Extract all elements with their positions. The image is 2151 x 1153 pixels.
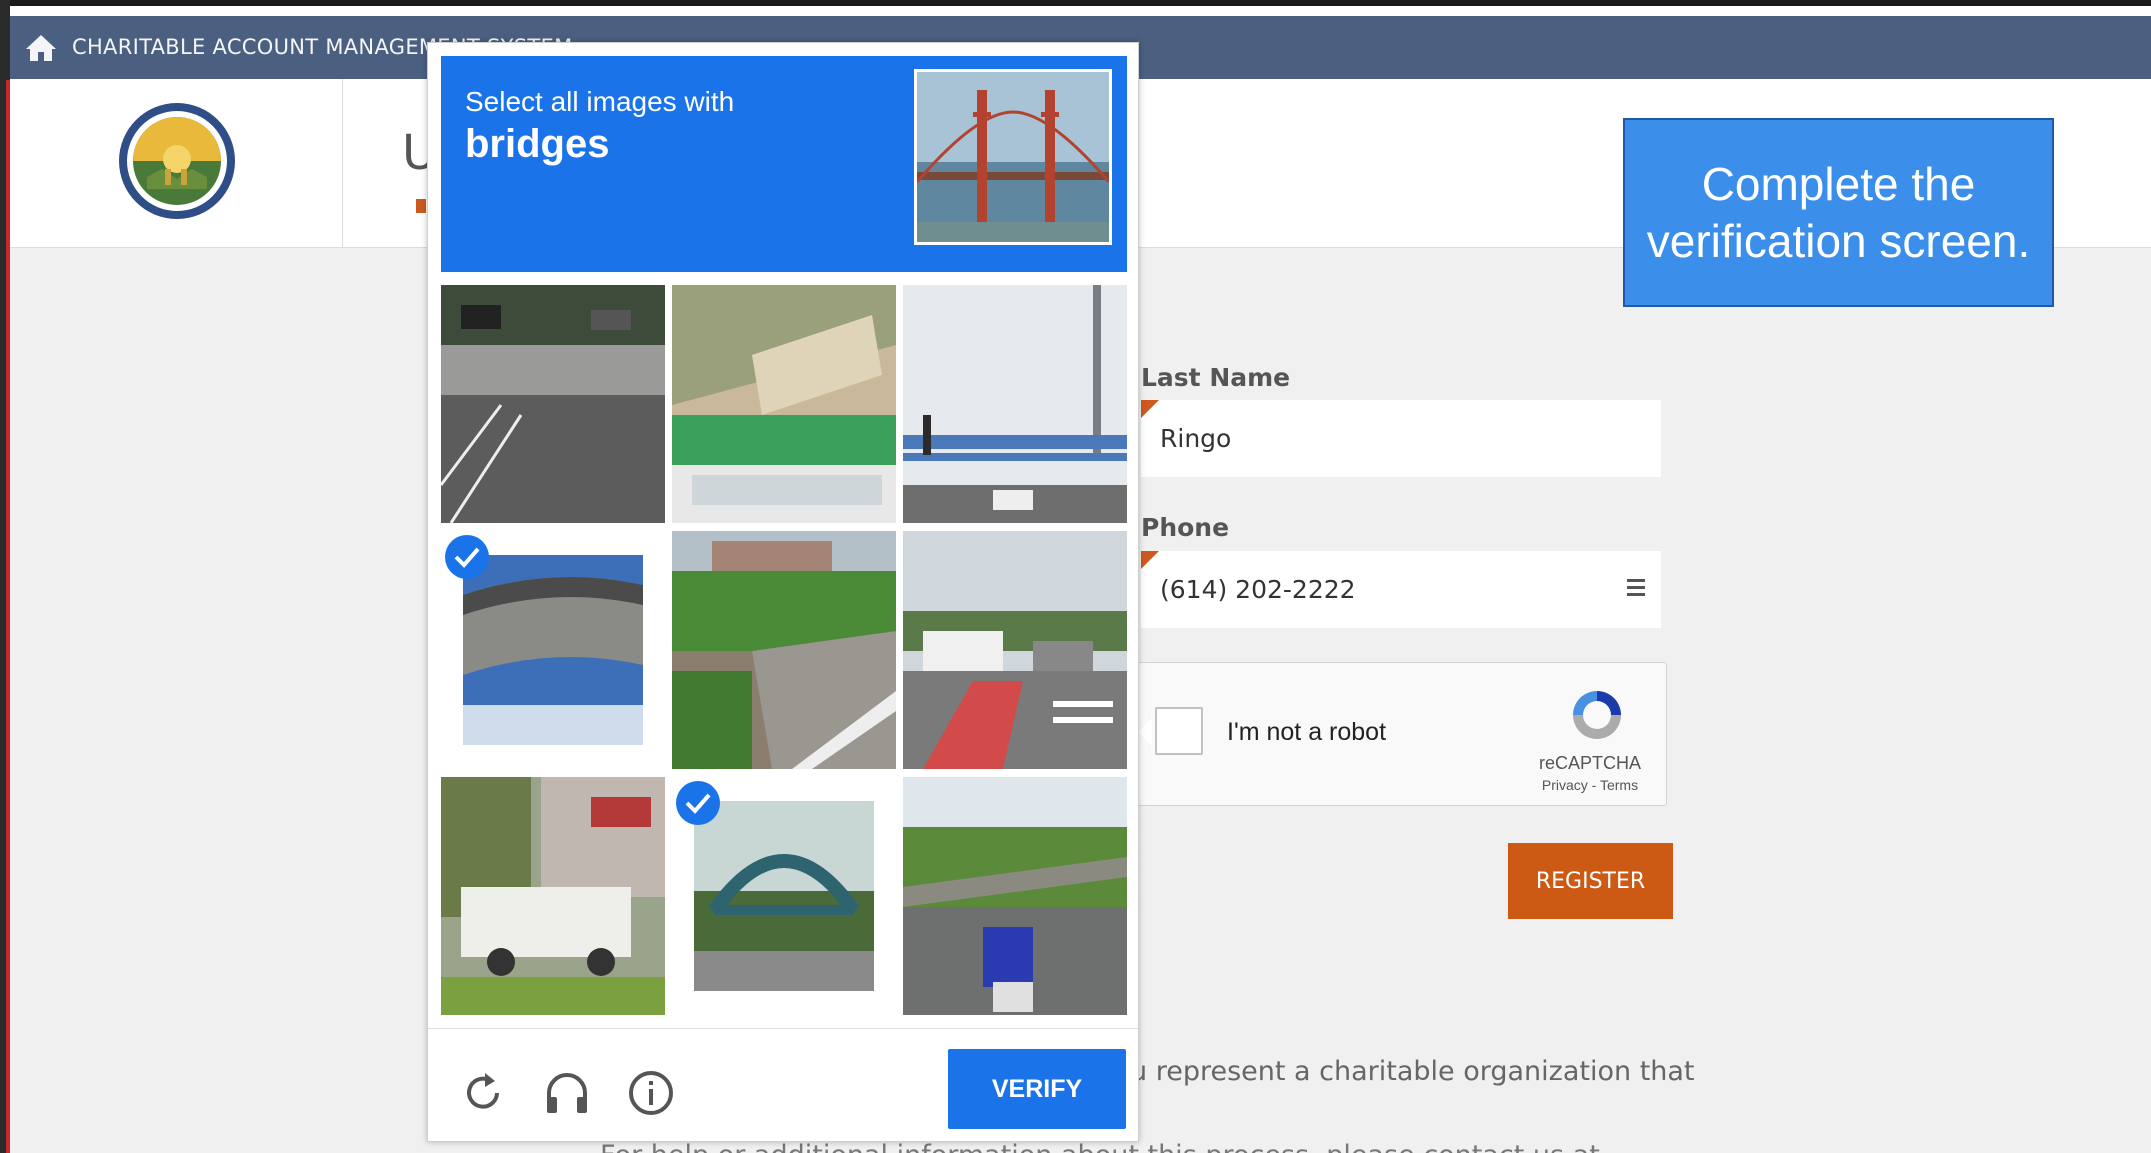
phone-field[interactable]: (614) 202-2222: [1141, 551, 1661, 628]
privacy-link[interactable]: Privacy: [1542, 777, 1588, 793]
selected-check-icon: [445, 535, 489, 579]
page-subheading-mark: [416, 199, 426, 213]
task-instruction-callout: Complete the verification screen.: [1623, 118, 2054, 307]
links-separator: -: [1587, 777, 1600, 793]
required-field-flag: [1141, 551, 1159, 569]
recaptcha-checkbox[interactable]: [1155, 707, 1203, 755]
captcha-tile-1[interactable]: [441, 285, 665, 523]
captcha-prompt: Select all images with: [465, 86, 735, 117]
ohio-attorney-general-seal-icon: [119, 103, 235, 219]
phone-value: (614) 202-2222: [1160, 575, 1356, 604]
captcha-tile-8[interactable]: [672, 777, 896, 1015]
recaptcha-logo-icon: [1573, 691, 1621, 739]
audio-challenge-icon[interactable]: [543, 1069, 591, 1117]
info-icon[interactable]: [627, 1069, 675, 1117]
phone-label: Phone: [1141, 513, 1230, 542]
captcha-keyword: bridges: [465, 122, 610, 166]
verify-button[interactable]: VERIFY: [948, 1049, 1126, 1129]
captcha-header: Select all images with bridges: [441, 56, 1127, 272]
recaptcha-label: I'm not a robot: [1227, 718, 1387, 746]
last-name-value: Ringo: [1160, 424, 1232, 453]
captcha-tile-6[interactable]: [903, 531, 1127, 769]
page-top-strip: [10, 6, 2151, 16]
recaptcha-brand: reCAPTCHA: [1538, 753, 1641, 773]
seal-panel: [10, 79, 343, 247]
captcha-sample-image: [914, 69, 1112, 245]
last-name-field[interactable]: Ringo: [1141, 400, 1661, 477]
captcha-tile-2[interactable]: [672, 285, 896, 523]
last-name-label: Last Name: [1141, 363, 1291, 392]
captcha-challenge-dialog: Select all images with bridges VERIFY: [427, 42, 1139, 1142]
captcha-tile-9[interactable]: [903, 777, 1127, 1015]
captcha-tile-7[interactable]: [441, 777, 665, 1015]
recaptcha-widget: I'm not a robot reCAPTCHA Privacy - Term…: [1134, 662, 1667, 806]
captcha-tile-4[interactable]: [441, 531, 665, 769]
required-field-flag: [1141, 400, 1159, 418]
captcha-footer: VERIFY: [428, 1028, 1138, 1143]
field-menu-icon[interactable]: [1627, 579, 1645, 597]
recaptcha-links: Privacy - Terms: [1525, 777, 1655, 793]
terms-link[interactable]: Terms: [1600, 777, 1638, 793]
window-left-edge: [0, 0, 10, 1153]
captcha-pointer-arrow: [1138, 718, 1152, 746]
captcha-tile-5[interactable]: [672, 531, 896, 769]
body-text-line: u represent a charitable organization th…: [1130, 1056, 1695, 1087]
browser-page: CHARITABLE ACCOUNT MANAGEMENT SYSTEM U C…: [10, 0, 2151, 1153]
register-button[interactable]: REGISTER: [1508, 843, 1673, 919]
reload-icon[interactable]: [459, 1069, 507, 1117]
captcha-tile-3[interactable]: [903, 285, 1127, 523]
home-icon[interactable]: [24, 33, 58, 63]
selected-check-icon: [676, 781, 720, 825]
